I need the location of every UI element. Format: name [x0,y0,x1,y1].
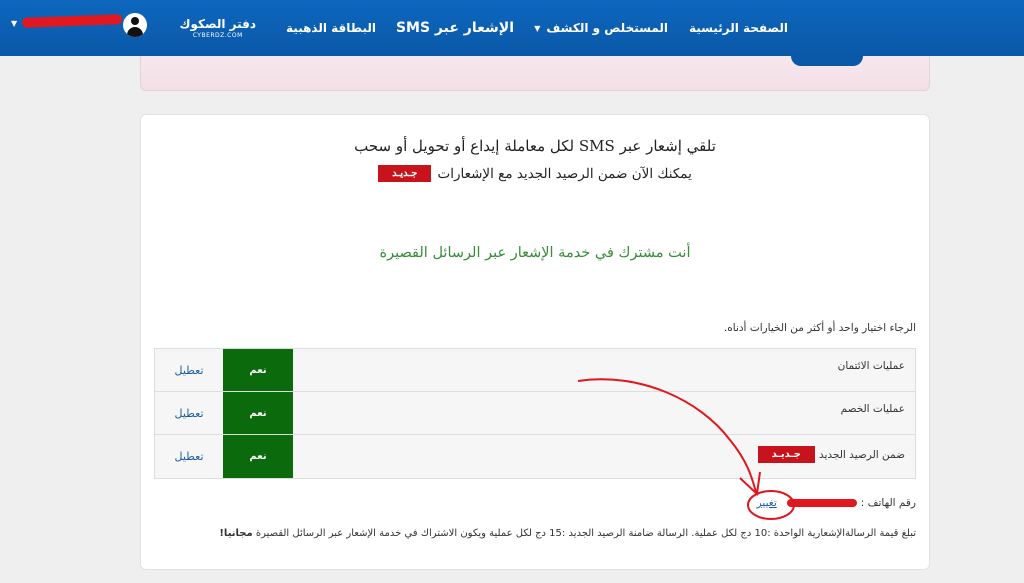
chevron-down-icon: ▼ [11,19,18,28]
yes-button[interactable]: نعم [223,435,293,478]
page-title: تلقي إشعار عبر SMS لكل معاملة إيداع أو ت… [354,137,716,155]
nav-home-label: الصفحة الرئيسية [688,21,788,35]
nav-sms-label: الإشعار عبر SMS [395,20,514,36]
disable-link[interactable]: تعطيل [155,435,223,478]
top-navbar: الصفحة الرئيسية المستخلص و الكشف ▼ الإشع… [0,0,1024,56]
price-free: مجانيا! [219,528,253,539]
option-row-balance: ضمن الرصيد الجديد جـديـد نعم تعطيل [155,435,915,478]
user-icon-body [127,27,143,37]
options-table: عمليات الائتمان نعم تعطيل عمليات الخصم ن… [154,348,916,479]
option-row-credit: عمليات الائتمان نعم تعطيل [155,349,915,392]
disable-link[interactable]: تعطيل [155,392,223,434]
avatar[interactable] [123,13,147,37]
nav-statements[interactable]: المستخلص و الكشف ▼ [534,0,668,56]
choose-instruction: الرجاء اختيار واحد أو أكثر من الخيارات أ… [723,322,916,334]
option-label: عمليات الخصم [841,403,905,415]
nav-checkbook-label: دفتر الصكوك [179,17,257,31]
nav-gold-card[interactable]: البطاقة الذهبية [286,0,376,56]
redacted-phone-number [786,499,857,507]
change-phone-link[interactable]: تغيير [757,497,777,509]
nav-checkbook-sub: CYBERDZ.COM [192,32,243,39]
nav-gold-card-label: البطاقة الذهبية [286,21,376,35]
price-note-text: تبلغ قيمة الرسالةالإشعارية الواحدة :10 د… [255,528,916,539]
nav-statements-label: المستخلص و الكشف [546,21,668,35]
top-banner-card [140,56,930,91]
option-label: ضمن الرصيد الجديد جـديـد [757,446,905,463]
chevron-down-icon: ▼ [534,23,541,33]
sms-settings-card: تلقي إشعار عبر SMS لكل معاملة إيداع أو ت… [140,114,930,570]
subtitle: يمكنك الآن ضمن الرصيد الجديد مع الإشعارا… [141,165,929,182]
new-badge: جـديـد [378,165,432,182]
yes-button[interactable]: نعم [223,349,293,391]
option-label-text: ضمن الرصيد الجديد [819,448,905,461]
nav-home[interactable]: الصفحة الرئيسية [689,0,788,56]
phone-number-row: رقم الهاتف : تغيير [757,497,916,509]
subtitle-text: يمكنك الآن ضمن الرصيد الجديد مع الإشعارا… [437,165,692,182]
option-label-text: عمليات الخصم [840,403,905,415]
option-label-text: عمليات الائتمان [837,360,905,372]
subscription-status: أنت مشترك في خدمة الإشعار عبر الرسائل ال… [379,245,691,261]
user-menu[interactable]: ▼ [0,0,160,56]
banner-tab [791,56,863,66]
redacted-username [21,14,123,28]
phone-label: رقم الهاتف : [860,497,916,509]
new-badge: جـديـد [757,446,815,463]
disable-link[interactable]: تعطيل [155,349,223,391]
user-icon [131,17,139,25]
price-note: تبلغ قيمة الرسالةالإشعارية الواحدة :10 د… [219,528,916,539]
yes-button[interactable]: نعم [223,392,293,434]
nav-sms[interactable]: الإشعار عبر SMS [396,0,514,56]
option-row-debit: عمليات الخصم نعم تعطيل [155,392,915,435]
nav-checkbook[interactable]: دفتر الصكوك CYBERDZ.COM [180,0,257,56]
option-label: عمليات الائتمان [838,360,905,372]
